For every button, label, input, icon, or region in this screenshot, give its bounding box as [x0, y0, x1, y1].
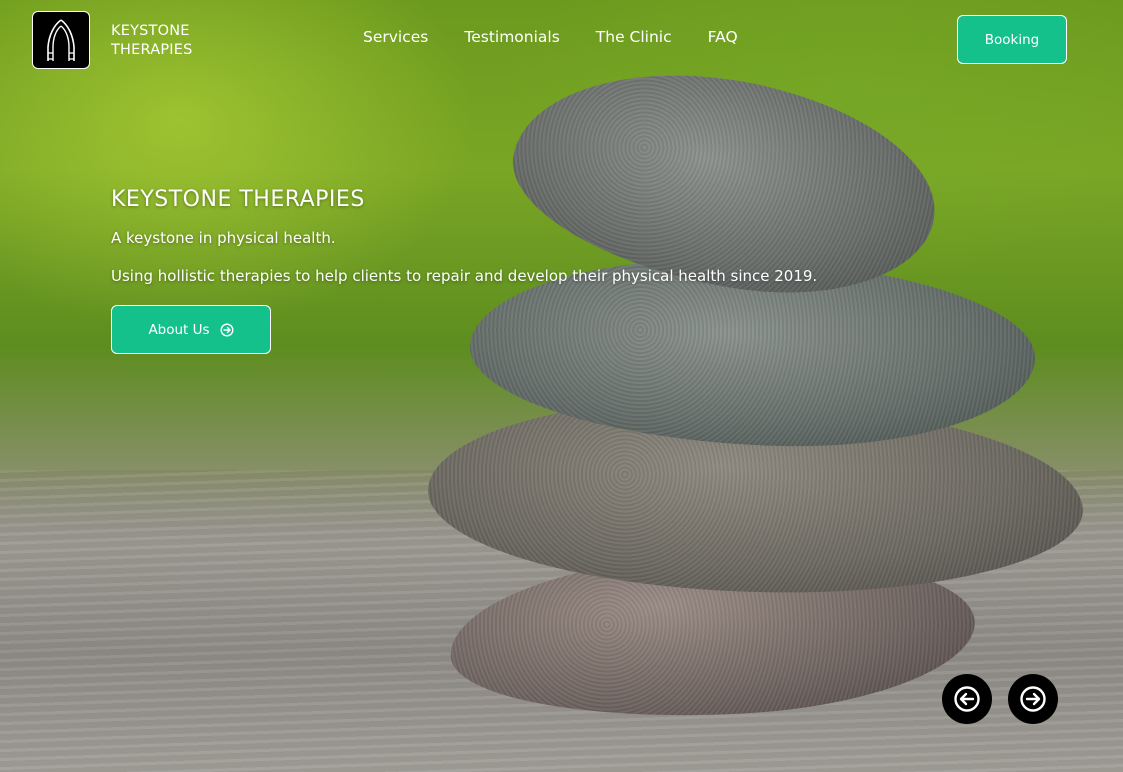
hero-description: Using hollistic therapies to help client… [111, 267, 818, 285]
nav-item-faq[interactable]: FAQ [708, 28, 738, 46]
brand-line-1: KEYSTONE [111, 23, 190, 39]
brand-name[interactable]: KEYSTONE THERAPIES [111, 22, 193, 60]
nav-item-testimonials[interactable]: Testimonials [464, 28, 559, 46]
brand-line-2: THERAPIES [111, 42, 193, 58]
hero-section: KEYSTONE THERAPIES Services Testimonials… [0, 0, 1123, 772]
nav-item-services[interactable]: Services [363, 28, 428, 46]
slider-prev-button[interactable] [942, 674, 992, 724]
arrow-right-circle-icon [1020, 686, 1046, 712]
slider-next-button[interactable] [1008, 674, 1058, 724]
nav-item-the-clinic[interactable]: The Clinic [596, 28, 672, 46]
hero-title: KEYSTONE THERAPIES [111, 187, 365, 212]
arrow-left-circle-icon [954, 686, 980, 712]
hero-tagline: A keystone in physical health. [111, 229, 336, 247]
arrow-right-circle-icon [220, 322, 234, 337]
arch-hands-icon [47, 19, 75, 61]
logo[interactable] [32, 11, 90, 69]
booking-button[interactable]: Booking [957, 15, 1067, 64]
about-us-button[interactable]: About Us [111, 305, 271, 354]
about-us-label: About Us [148, 321, 210, 338]
main-nav: Services Testimonials The Clinic FAQ [363, 28, 738, 46]
